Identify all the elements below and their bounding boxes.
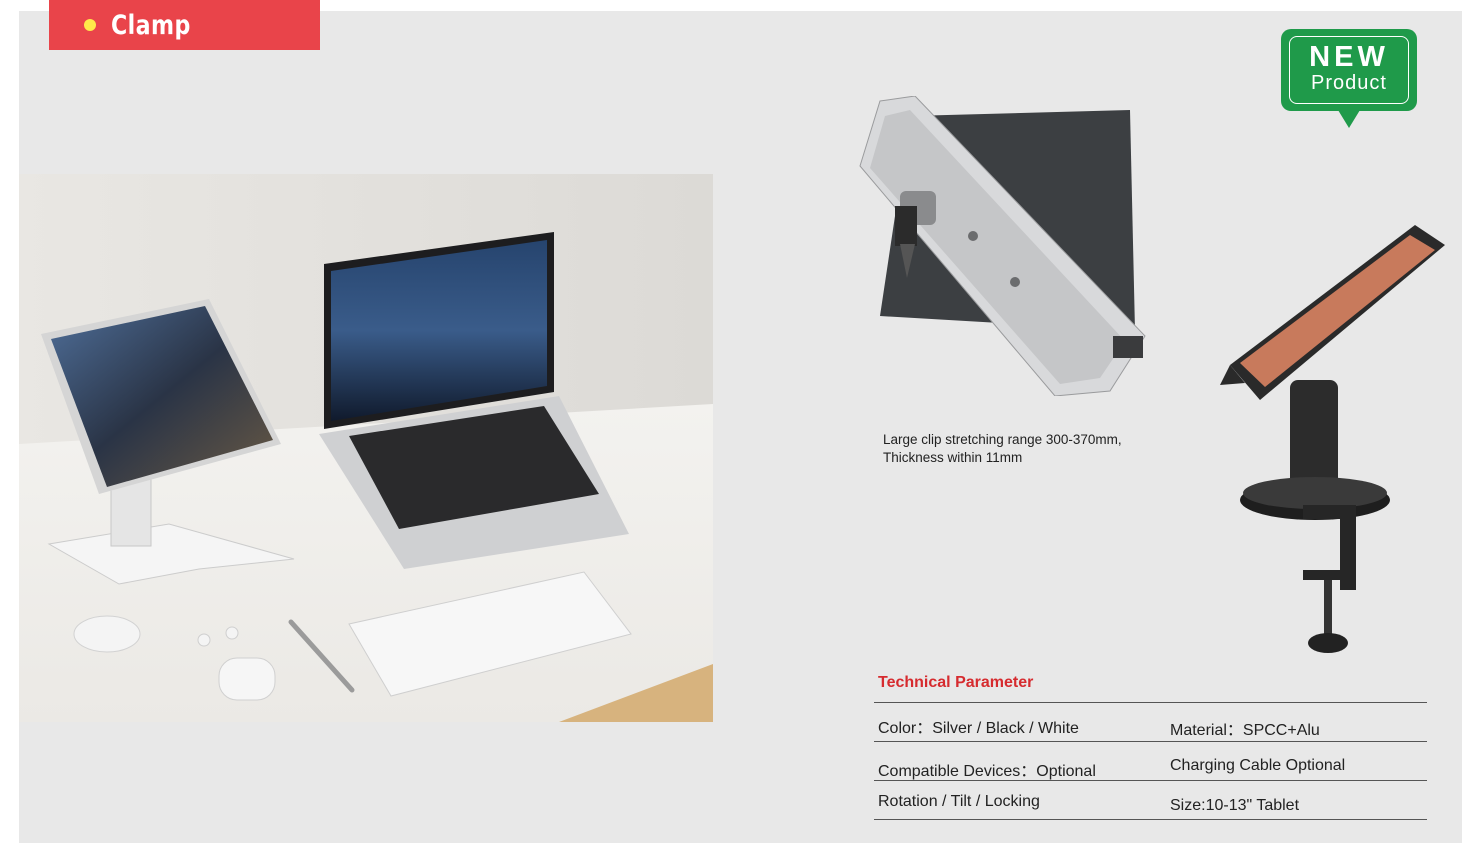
desk-clamp-stand-image <box>1205 215 1450 665</box>
spec-table: Color：Silver / Black / White Material：SP… <box>874 702 1427 820</box>
spec-row: Color：Silver / Black / White Material：SP… <box>874 703 1427 742</box>
section-title: Clamp <box>111 9 191 41</box>
spec-rotation-tilt-locking: Rotation / Tilt / Locking <box>878 793 1040 810</box>
caption-line-1: Large clip stretching range 300-370mm, <box>883 432 1122 447</box>
badge-new-text: NEW <box>1309 41 1389 73</box>
spec-row: Compatible Devices：Optional Charging Cab… <box>874 742 1427 781</box>
badge-pointer-icon <box>1338 110 1360 128</box>
caption-line-2: Thickness within 11mm <box>883 450 1023 465</box>
spec-size: Size:10-13" Tablet <box>1170 797 1300 814</box>
spec-material: Material：SPCC+Alu <box>1170 722 1320 739</box>
spec-row: Rotation / Tilt / Locking Size:10-13" Ta… <box>874 781 1427 820</box>
lifestyle-photo <box>19 174 713 722</box>
badge-product-text: Product <box>1311 72 1387 94</box>
bullet-dot-icon <box>84 19 96 31</box>
new-product-badge: NEW Product <box>1281 29 1417 111</box>
section-tag: Clamp <box>49 0 320 50</box>
clamp-lock-product-image <box>855 95 1155 397</box>
clip-range-caption: Large clip stretching range 300-370mm, T… <box>883 431 1203 467</box>
spec-color: Color：Silver / Black / White <box>878 720 1079 737</box>
technical-parameter-title: Technical Parameter <box>878 674 1034 691</box>
spec-compatible-devices: Compatible Devices：Optional <box>878 763 1096 780</box>
spec-charging-cable: Charging Cable Optional <box>1170 757 1346 774</box>
